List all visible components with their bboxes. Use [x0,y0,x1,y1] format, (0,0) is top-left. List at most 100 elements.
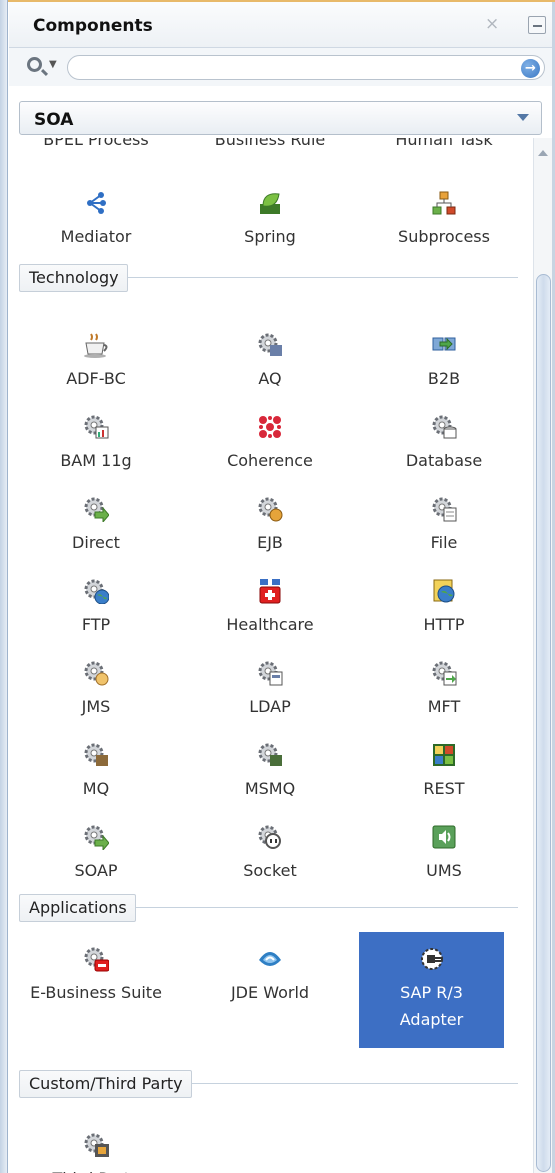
component-subprocess[interactable]: Subprocess [357,190,531,250]
soap-adapter-icon [83,824,110,852]
component-label: MSMQ [244,779,296,798]
component-label: JDE World [230,983,310,1002]
section-applications[interactable]: Applications [9,894,533,924]
panel-left-edge [0,0,8,1173]
search-input[interactable] [67,55,545,80]
component-label: Socket [243,861,297,880]
component-label: E-Business Suite [30,983,162,1002]
socket-adapter-icon [257,824,283,850]
mediator-icon [83,190,109,216]
section-label: Custom/Third Party [19,1070,192,1098]
component-label: LDAP [249,697,291,716]
ldap-adapter-icon [257,660,283,686]
human-task-label[interactable]: Human Task [357,138,531,149]
rest-icon [431,742,457,768]
mft-adapter-icon [431,660,457,686]
coherence-icon [257,414,283,440]
component-label: Direct [72,533,120,552]
component-e-business-suite[interactable]: E-Business Suite [9,946,183,1006]
component-label: Healthcare [226,615,314,634]
section-technology[interactable]: Technology [9,264,533,294]
component-coherence[interactable]: Coherence [183,414,357,474]
partially-visible-row: BPEL Process Business Rule Human Task [9,138,533,154]
component-soap[interactable]: SOAP [9,824,183,884]
scroll-up-arrow-icon[interactable] [538,150,548,156]
component-list: BPEL Process Business Rule Human Task Me… [9,138,533,1173]
component-label: SOAP [74,861,118,880]
component-ejb[interactable]: EJB [183,496,357,556]
ebusiness-suite-icon [83,946,110,972]
component-label: FTP [81,615,111,634]
database-adapter-icon [431,414,457,440]
component-healthcare[interactable]: Healthcare [183,578,357,638]
component-sap-r-3-adapter[interactable]: SAP R/3 Adapter [357,946,506,1033]
component-label: File [430,533,458,552]
component-label: UMS [426,861,462,880]
component-bam-11g[interactable]: BAM 11g [9,414,183,474]
search-bar: ▼ → [9,48,552,86]
search-go-button[interactable]: → [521,59,540,78]
direct-adapter-icon [83,496,110,524]
msmq-adapter-icon [257,742,283,768]
chevron-down-icon[interactable] [517,114,529,121]
panel-title: Components [33,16,153,36]
component-label: Database [405,451,483,470]
component-spring[interactable]: Spring [183,190,357,250]
component-third-party[interactable]: Third Party [9,1132,183,1173]
component-label: Coherence [227,451,313,470]
close-icon[interactable]: × [485,14,499,34]
sap-adapter-icon [419,946,445,972]
component-label: REST [423,779,465,798]
component-label: BAM 11g [60,451,132,470]
component-msmq[interactable]: MSMQ [183,742,357,802]
component-mediator[interactable]: Mediator [9,190,183,250]
search-options-icon[interactable]: ▼ [25,55,69,79]
component-direct[interactable]: Direct [9,496,183,556]
component-label: B2B [427,369,461,388]
ftp-adapter-icon [83,578,110,605]
bam-adapter-icon [83,414,109,440]
http-icon [431,578,457,604]
scrollbar-thumb[interactable] [536,274,551,1172]
bpel-process-label[interactable]: BPEL Process [9,138,183,149]
palette-select-value: SOA [34,110,74,130]
component-ftp[interactable]: FTP [9,578,183,638]
component-mq[interactable]: MQ [9,742,183,802]
coffee-cup-icon [83,332,109,358]
healthcare-icon [257,578,283,604]
third-party-adapter-icon [83,1132,109,1158]
business-rule-label[interactable]: Business Rule [183,138,357,149]
section-divider [136,907,518,908]
ums-icon [431,824,457,850]
minimize-button[interactable] [528,16,546,34]
file-adapter-icon [431,496,457,522]
component-label: HTTP [423,615,465,634]
component-adf-bc[interactable]: ADF-BC [9,332,183,392]
component-label: Spring [244,227,296,246]
component-aq[interactable]: AQ [183,332,357,392]
component-b2b[interactable]: B2B [357,332,531,392]
component-file[interactable]: File [357,496,531,556]
palette-select[interactable]: SOA [19,101,542,135]
ejb-adapter-icon [257,496,283,522]
component-mft[interactable]: MFT [357,660,531,720]
component-socket[interactable]: Socket [183,824,357,884]
component-label: EJB [257,533,283,552]
component-jms[interactable]: JMS [9,660,183,720]
component-label: Third Party [9,1165,183,1173]
subprocess-icon [431,190,457,216]
component-ums[interactable]: UMS [357,824,531,884]
section-custom-third-party[interactable]: Custom/Third Party [9,1070,533,1100]
section-divider [192,1083,518,1084]
component-jde-world[interactable]: JDE World [183,946,357,1006]
component-rest[interactable]: REST [357,742,531,802]
section-label: Technology [19,264,128,292]
mq-adapter-icon [83,742,109,768]
component-label: MQ [82,779,110,798]
component-http[interactable]: HTTP [357,578,531,638]
component-database[interactable]: Database [357,414,531,474]
component-label: Subprocess [398,227,490,246]
vertical-scrollbar[interactable] [533,138,552,1173]
component-ldap[interactable]: LDAP [183,660,357,720]
section-label: Applications [19,894,136,922]
